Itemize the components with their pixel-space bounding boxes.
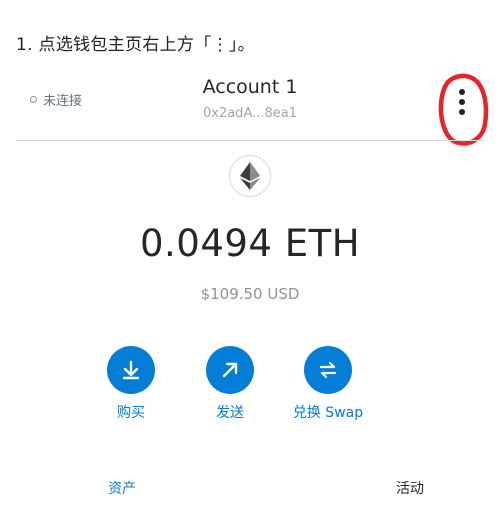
swap-arrows-icon bbox=[319, 361, 337, 379]
buy-button[interactable]: 购买 bbox=[76, 346, 186, 422]
token-logo bbox=[229, 155, 271, 197]
diagonal-arrow-icon bbox=[222, 362, 238, 378]
send-icon-circle bbox=[206, 346, 254, 394]
swap-label: 兑换 Swap bbox=[292, 405, 364, 421]
divider bbox=[16, 140, 484, 141]
balance-amount: 0.0494 ETH bbox=[139, 222, 361, 265]
send-label: 发送 bbox=[216, 405, 244, 421]
ethereum-icon bbox=[240, 162, 260, 190]
tab-assets[interactable]: 资产 bbox=[108, 478, 136, 498]
kebab-menu-icon bbox=[438, 73, 489, 146]
balance-fiat: $109.50 USD bbox=[200, 285, 300, 303]
buy-label: 购买 bbox=[117, 405, 145, 421]
send-button[interactable]: 发送 bbox=[175, 346, 285, 422]
account-name[interactable]: Account 1 bbox=[0, 76, 500, 98]
tab-activity[interactable]: 活动 bbox=[396, 478, 424, 498]
download-arrow-icon bbox=[122, 360, 140, 380]
swap-button[interactable]: 兑换 Swap bbox=[273, 346, 383, 422]
account-menu-button[interactable] bbox=[434, 72, 490, 148]
swap-icon-circle bbox=[304, 346, 352, 394]
buy-icon-circle bbox=[107, 346, 155, 394]
instruction-text: 1. 点选钱包主页右上方「⋮」。 bbox=[16, 35, 255, 55]
account-address[interactable]: 0x2adA...8ea1 bbox=[0, 106, 500, 121]
